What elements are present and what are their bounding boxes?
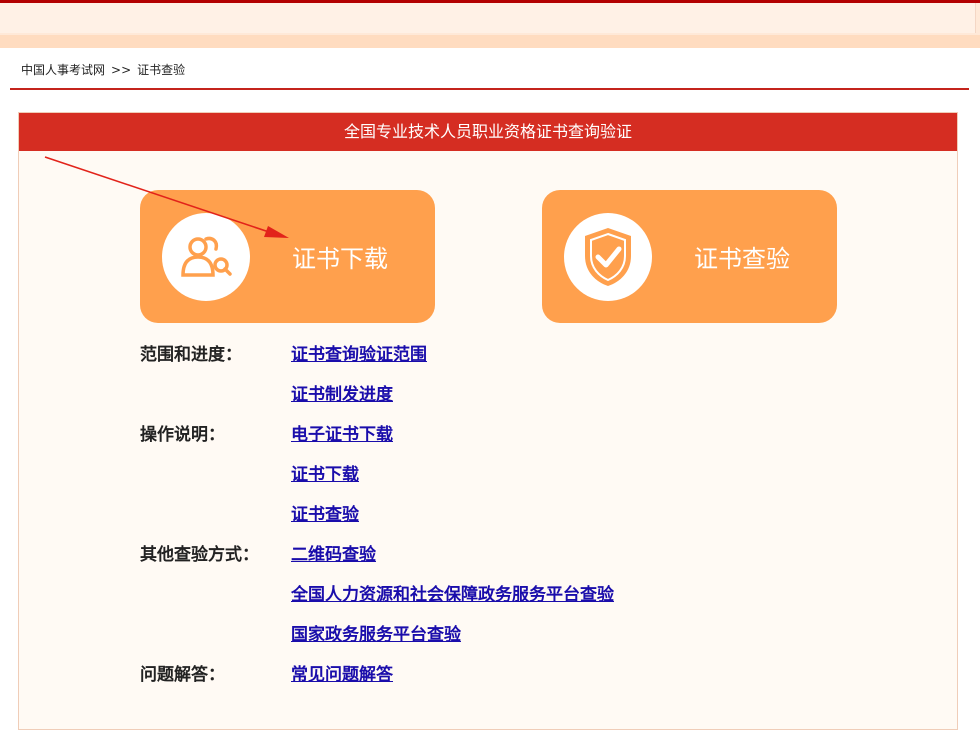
certificate-download-button[interactable]: 证书下载 [140, 190, 435, 323]
link-qrcode-verify[interactable]: 二维码查验 [291, 540, 376, 565]
verify-button-label: 证书查验 [694, 245, 790, 273]
breadcrumb-divider [10, 88, 969, 90]
link-faq[interactable]: 常见问题解答 [291, 660, 393, 685]
section-label-other-methods: 其他查验方式： [140, 545, 259, 565]
section-label-scope: 范围和进度： [140, 345, 242, 365]
top-banner [0, 3, 980, 35]
link-hrss-platform-verify[interactable]: 全国人力资源和社会保障政务服务平台查验 [291, 580, 614, 605]
top-banner-inner [0, 3, 976, 33]
link-certificate-verify[interactable]: 证书查验 [291, 500, 359, 525]
section-label-faq: 问题解答： [140, 665, 225, 685]
link-certificate-download[interactable]: 证书下载 [291, 460, 359, 485]
certificate-verify-button[interactable]: 证书查验 [542, 190, 837, 323]
user-search-icon [162, 212, 250, 301]
breadcrumb-current: 证书查验 [137, 63, 186, 77]
section-label-instructions: 操作说明： [140, 425, 225, 445]
link-gov-platform-verify[interactable]: 国家政务服务平台查验 [291, 620, 461, 645]
breadcrumb-separator: >> [111, 63, 132, 77]
panel-title: 全国专业技术人员职业资格证书查询验证 [19, 113, 957, 151]
top-banner-strip [0, 35, 980, 48]
link-issuance-progress[interactable]: 证书制发进度 [291, 380, 393, 405]
link-verification-scope[interactable]: 证书查询验证范围 [291, 340, 427, 365]
link-e-certificate-download[interactable]: 电子证书下载 [291, 420, 393, 445]
shield-check-icon [564, 212, 652, 301]
breadcrumb-home-link[interactable]: 中国人事考试网 [21, 63, 105, 77]
download-button-label: 证书下载 [292, 245, 388, 273]
breadcrumb: 中国人事考试网 >> 证书查验 [21, 61, 185, 78]
